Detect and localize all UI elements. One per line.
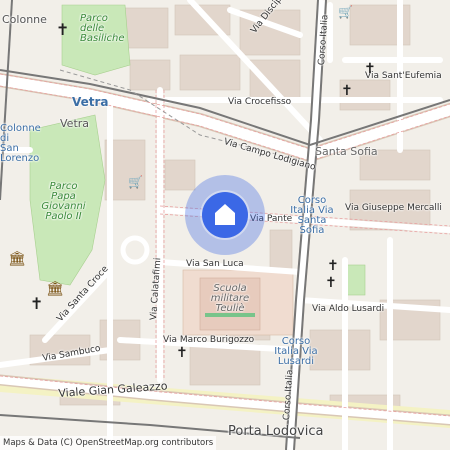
place-label-colonne: Colonne xyxy=(2,13,47,26)
school-label-teulie: Scuola militare Teuliè xyxy=(210,283,250,314)
museum-icon: 🏛 xyxy=(46,281,64,297)
shop-icon: 🛒 xyxy=(128,175,143,189)
map-attribution: Maps & Data (C) OpenStreetMap.org contri… xyxy=(0,436,217,450)
church-icon: ✝ xyxy=(176,345,188,361)
place-label-vetra: Vetra xyxy=(60,117,90,130)
street-label-burigozzo: Via Marco Burigozzo xyxy=(163,335,255,345)
place-label-santa-sofia: Santa Sofia xyxy=(315,145,378,158)
church-icon: ✝ xyxy=(364,61,376,77)
street-label-santeufemia: Via Sant'Eufemia xyxy=(365,71,442,81)
place-label-colonne-san-lorenzo: Colonne di San Lorenzo xyxy=(0,123,41,164)
church-icon: ✝ xyxy=(341,83,353,99)
church-icon: ✝ xyxy=(30,294,44,313)
stop-label-santa-sofia: Corso Italia Via Santa Sofia xyxy=(290,195,334,236)
street-label-vetra: Vetra xyxy=(72,95,109,109)
map-view[interactable]: Colonne Parco delle Basiliche Vetra Colo… xyxy=(0,0,450,450)
church-icon: ✝ xyxy=(327,258,339,274)
church-icon: ✝ xyxy=(56,20,70,39)
place-label-porta-lodovica: Porta Lodovica xyxy=(228,424,324,439)
church-icon: ✝ xyxy=(325,275,337,291)
home-icon xyxy=(215,204,235,225)
street-label-mercalli: Via Giuseppe Mercalli xyxy=(345,203,442,213)
stop-label-lusardi: Corso Italia Via Lusardi xyxy=(274,336,318,367)
museum-icon: 🏛 xyxy=(8,251,26,267)
home-marker[interactable] xyxy=(202,192,248,238)
shop-icon: 🛒 xyxy=(338,5,353,19)
street-label-aldo-lusardi: Via Aldo Lusardi xyxy=(312,304,385,314)
street-label-san-luca: Via San Luca xyxy=(186,259,244,269)
street-label-crocefisso: Via Crocefisso xyxy=(228,97,292,107)
park-label-basiliche: Parco delle Basiliche xyxy=(80,13,125,44)
park-label-papa-giovanni: Parco Papa Giovanni Paolo II xyxy=(41,181,86,222)
